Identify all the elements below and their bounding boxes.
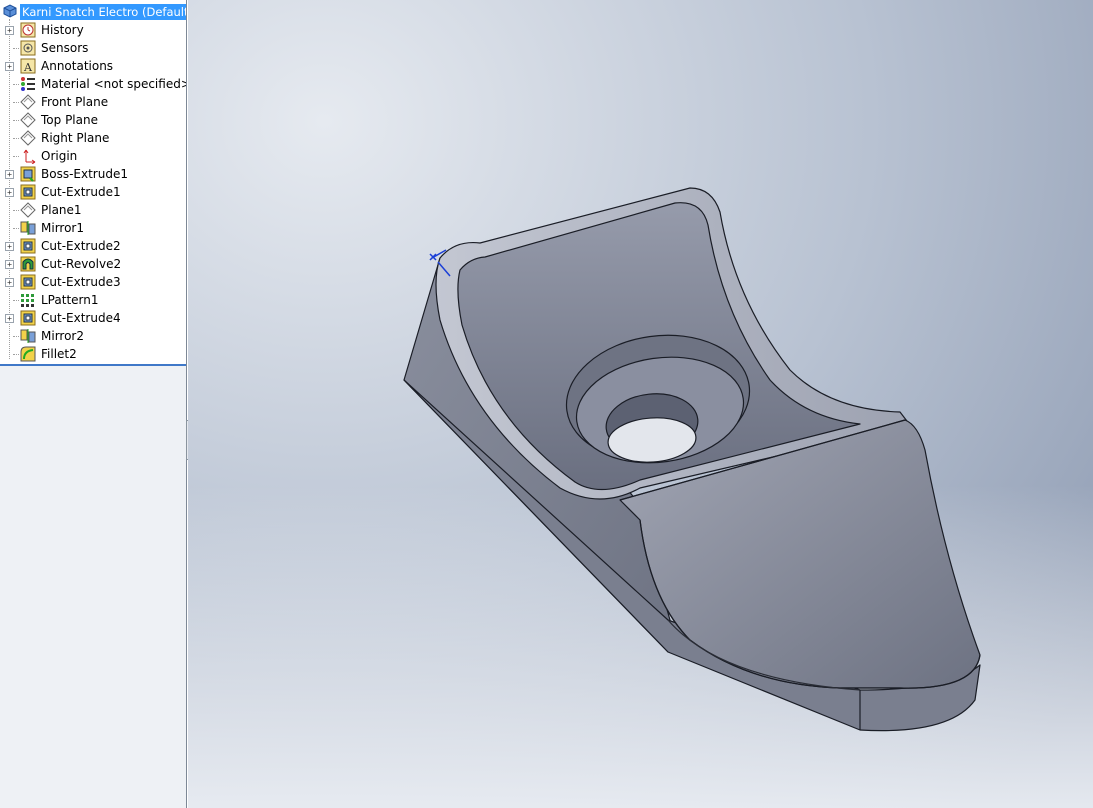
root-part-label: Karni Snatch Electro (Default< [20, 4, 187, 20]
svg-text:A: A [23, 61, 33, 74]
tree-branch-line [13, 228, 19, 229]
tree-item-label: Annotations [41, 59, 114, 73]
tree-item-plane1[interactable]: Plane1 [0, 201, 186, 219]
tree-item-label: Mirror2 [41, 329, 84, 343]
history-icon [20, 22, 36, 38]
tree-item-mirror1[interactable]: Mirror1 [0, 219, 186, 237]
tree-item-annotations[interactable]: + A Annotations [0, 57, 186, 75]
tree-item-label: History [41, 23, 84, 37]
linear-pattern-icon [21, 294, 34, 307]
model-view[interactable] [188, 0, 1093, 808]
plane-icon [20, 130, 36, 146]
cut-extrude-icon [20, 238, 36, 254]
tree-item-label: Boss-Extrude1 [41, 167, 128, 181]
tree-branch-line [13, 336, 19, 337]
tree-branch-line [13, 300, 19, 301]
plane-icon [20, 112, 36, 128]
material-icon [21, 77, 35, 91]
tree-item-lpattern1[interactable]: LPattern1 [0, 291, 186, 309]
expand-icon[interactable]: + [5, 278, 14, 287]
feature-manager-panel: Karni Snatch Electro (Default< + History… [0, 0, 187, 808]
sensors-icon [20, 40, 36, 56]
tree-item-label: Plane1 [41, 203, 82, 217]
tree-item-label: Origin [41, 149, 78, 163]
mirror-icon [20, 329, 36, 343]
expand-icon[interactable]: + [5, 260, 14, 269]
tree-item-right-plane[interactable]: Right Plane [0, 129, 186, 147]
tree-item-mirror2[interactable]: Mirror2 [0, 327, 186, 345]
tree-item-label: Cut-Extrude1 [41, 185, 121, 199]
boss-extrude-icon [20, 166, 36, 182]
tree-item-label: Fillet2 [41, 347, 77, 361]
tree-branch-line [13, 48, 19, 49]
expand-icon[interactable]: + [5, 26, 14, 35]
tree-item-label: LPattern1 [41, 293, 99, 307]
tree-item-label: Cut-Extrude3 [41, 275, 121, 289]
cut-revolve-icon [20, 256, 36, 272]
tree-item-cut-extrude4[interactable]: + Cut-Extrude4 [0, 309, 186, 327]
expand-icon[interactable]: + [5, 170, 14, 179]
fillet-icon [20, 346, 36, 362]
annotations-icon: A [20, 58, 36, 74]
tree-item-label: Cut-Extrude2 [41, 239, 121, 253]
tree-item-label: Top Plane [41, 113, 98, 127]
tree-item-label: Right Plane [41, 131, 110, 145]
tree-item-cut-revolve2[interactable]: + Cut-Revolve2 [0, 255, 186, 273]
tree-item-cut-extrude2[interactable]: + Cut-Extrude2 [0, 237, 186, 255]
tree-branch-line [13, 102, 19, 103]
origin-icon [23, 149, 36, 164]
tree-item-label: Front Plane [41, 95, 109, 109]
tree-item-cut-extrude3[interactable]: + Cut-Extrude3 [0, 273, 186, 291]
expand-icon[interactable]: + [5, 314, 14, 323]
tree-branch-line [13, 84, 19, 85]
tree-item-cut-extrude1[interactable]: + Cut-Extrude1 [0, 183, 186, 201]
tree-item-label: Sensors [41, 41, 89, 55]
tree-item-label: Mirror1 [41, 221, 84, 235]
part-icon [3, 4, 17, 18]
tree-branch-line [13, 138, 19, 139]
feature-tree: Karni Snatch Electro (Default< + History… [0, 0, 186, 366]
tree-item-boss-extrude1[interactable]: + Boss-Extrude1 [0, 165, 186, 183]
mirror-icon [20, 221, 36, 235]
tree-item-sensors[interactable]: Sensors [0, 39, 186, 57]
cut-extrude-icon [20, 184, 36, 200]
graphics-viewport[interactable] [188, 0, 1093, 808]
cut-extrude-icon [20, 274, 36, 290]
plane-icon [20, 94, 36, 110]
tree-item-fillet2[interactable]: Fillet2 [0, 345, 186, 363]
tree-branch-line [13, 156, 19, 157]
plane-icon [20, 202, 36, 218]
tree-item-origin[interactable]: Origin [0, 147, 186, 165]
tree-root-part[interactable]: Karni Snatch Electro (Default< [0, 3, 186, 21]
tree-item-material[interactable]: Material <not specified> [0, 75, 186, 93]
expand-icon[interactable]: + [5, 242, 14, 251]
tree-item-front-plane[interactable]: Front Plane [0, 93, 186, 111]
tree-item-top-plane[interactable]: Top Plane [0, 111, 186, 129]
expand-icon[interactable]: + [5, 62, 14, 71]
tree-item-label: Cut-Extrude4 [41, 311, 121, 325]
tree-branch-line [13, 210, 19, 211]
expand-icon[interactable]: + [5, 188, 14, 197]
tree-branch-line [13, 120, 19, 121]
tree-branch-line [13, 354, 19, 355]
tree-item-label: Cut-Revolve2 [41, 257, 122, 271]
cut-extrude-icon [20, 310, 36, 326]
tree-item-label: Material <not specified> [41, 77, 187, 91]
tree-item-history[interactable]: + History [0, 21, 186, 39]
